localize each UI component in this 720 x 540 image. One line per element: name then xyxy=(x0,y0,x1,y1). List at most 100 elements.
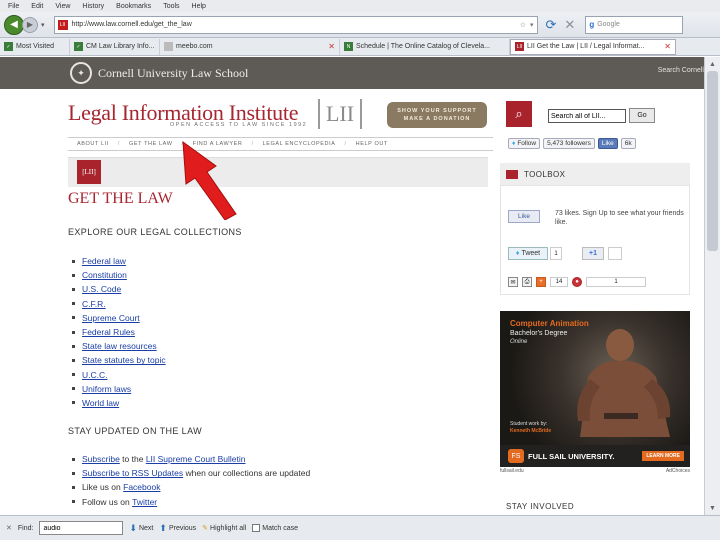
nav-help-out[interactable]: HELP OUT xyxy=(347,141,397,147)
link-cfr[interactable]: C.F.R. xyxy=(82,299,106,309)
print-icon[interactable]: ⎙ xyxy=(522,277,532,287)
close-tab-icon[interactable]: ✕ xyxy=(328,42,335,51)
bullet xyxy=(72,373,75,377)
lii-search-input[interactable] xyxy=(548,109,626,123)
nav-legal-encyclopedia[interactable]: LEGAL ENCYCLOPEDIA xyxy=(254,141,345,147)
tab-online-catalog[interactable]: N Schedule | The Online Catalog of Cleve… xyxy=(340,38,510,55)
scroll-up-arrow-icon[interactable]: ▲ xyxy=(705,57,720,71)
link-us-code[interactable]: U.S. Code xyxy=(82,284,121,294)
highlight-all-button[interactable]: ✎ Highlight all xyxy=(202,524,246,533)
updates-list: Subscribe to the LII Supreme Court Bulle… xyxy=(72,452,310,509)
scroll-thumb[interactable] xyxy=(707,71,718,251)
nav-about-lii[interactable]: ABOUT LII xyxy=(68,141,118,147)
find-bar: ✕ Find: ⬇Next ⬆Previous ✎Highlight all M… xyxy=(0,515,720,540)
stop-icon[interactable]: ✕ xyxy=(564,17,575,33)
menu-file[interactable]: File xyxy=(8,3,19,10)
lii-logo[interactable]: LII xyxy=(318,99,362,129)
menu-bookmarks[interactable]: Bookmarks xyxy=(116,3,151,10)
scroll-down-arrow-icon[interactable]: ▼ xyxy=(705,501,720,515)
link-world-law[interactable]: World law xyxy=(82,398,119,408)
site-favicon-icon: LII xyxy=(57,19,68,30)
donate-button[interactable]: SHOW YOUR SUPPORT MAKE A DONATION xyxy=(387,102,487,128)
ad-choices[interactable]: AdChoices xyxy=(666,468,690,474)
bullet xyxy=(72,401,75,405)
google-plus-one-button[interactable]: +1 xyxy=(582,247,604,260)
learn-more-button[interactable]: LEARN MORE xyxy=(642,451,684,461)
bullet xyxy=(72,485,75,489)
bookmark-cm-law-library[interactable]: ✓ CM Law Library Info... xyxy=(70,38,160,55)
link-state-law-resources[interactable]: State law resources xyxy=(82,341,157,351)
tab-meebo[interactable]: meebo.com ✕ xyxy=(160,38,340,55)
search-icon[interactable]: ⌕ xyxy=(506,101,532,127)
reload-icon[interactable]: ⟳ xyxy=(546,17,557,33)
link-supreme-court-bulletin[interactable]: LII Supreme Court Bulletin xyxy=(146,454,246,464)
web-search-placeholder[interactable]: Google xyxy=(597,21,620,28)
tab-favicon-icon: LII xyxy=(515,42,524,51)
menu-tools[interactable]: Tools xyxy=(163,3,179,10)
link-subscribe[interactable]: Subscribe xyxy=(82,454,120,464)
url-dropdown-icon[interactable]: ▾ xyxy=(530,21,534,29)
match-case-checkbox[interactable]: Match case xyxy=(252,524,298,532)
list-item: U.S. Code xyxy=(72,282,166,296)
link-supreme-court[interactable]: Supreme Court xyxy=(82,313,140,323)
bookmark-star-icon[interactable]: ☆ xyxy=(520,21,526,29)
ad-domain[interactable]: fullsail.edu xyxy=(500,468,524,474)
link-state-statutes[interactable]: State statutes by topic xyxy=(82,355,166,365)
email-icon[interactable]: ✉ xyxy=(508,277,518,287)
menu-history[interactable]: History xyxy=(82,3,104,10)
back-button[interactable]: ◀ xyxy=(4,14,24,35)
url-bar[interactable]: LII http://www.law.cornell.edu/get_the_l… xyxy=(53,15,538,34)
link-twitter[interactable]: Twitter xyxy=(132,497,157,507)
nav-get-the-law[interactable]: GET THE LAW xyxy=(120,141,181,147)
list-item: Follow us on Twitter xyxy=(72,495,310,509)
link-federal-rules[interactable]: Federal Rules xyxy=(82,327,135,337)
web-search-box[interactable]: g Google xyxy=(585,15,684,34)
link-uniform-laws[interactable]: Uniform laws xyxy=(82,384,131,394)
forward-button[interactable]: ▶ xyxy=(22,16,38,33)
search-cornell-link[interactable]: Search Cornell xyxy=(658,67,704,74)
list-item: State law resources xyxy=(72,339,166,353)
go-button[interactable]: Go xyxy=(629,108,655,123)
tweet-button[interactable]: ♦ Tweet xyxy=(508,247,548,260)
close-tab-icon[interactable]: ✕ xyxy=(664,42,671,51)
find-input[interactable] xyxy=(39,521,124,535)
bullet xyxy=(72,302,75,306)
find-next-label: Next xyxy=(138,524,154,532)
cornell-name[interactable]: Cornell University Law School xyxy=(98,66,248,81)
menu-view[interactable]: View xyxy=(55,3,70,10)
tab-label: meebo.com xyxy=(176,43,213,50)
page-title: GET THE LAW xyxy=(68,190,173,207)
find-previous-button[interactable]: ⬆ Previous xyxy=(159,523,196,534)
link-rss-updates[interactable]: Subscribe to RSS Updates xyxy=(82,468,183,478)
facebook-like-widget[interactable]: Like xyxy=(508,210,540,223)
toolbox-header: TOOLBOX xyxy=(500,163,690,185)
link-constitution[interactable]: Constitution xyxy=(82,270,127,280)
link-facebook[interactable]: Facebook xyxy=(123,482,160,492)
bullet xyxy=(72,273,75,277)
toolbox-label: TOOLBOX xyxy=(524,169,566,179)
advertisement[interactable]: Computer Animation Bachelor's Degree Onl… xyxy=(500,311,690,467)
checkbox-icon[interactable] xyxy=(252,524,261,532)
menu-help[interactable]: Help xyxy=(192,3,206,10)
twitter-bird-icon: ♦ xyxy=(515,250,520,257)
facebook-like-button[interactable]: Like xyxy=(597,138,618,149)
share-plus-icon[interactable]: + xyxy=(536,277,546,287)
menu-edit[interactable]: Edit xyxy=(31,3,43,10)
twitter-follow-button[interactable]: ♦ Follow xyxy=(508,138,541,149)
reddit-icon[interactable]: ● xyxy=(572,277,582,287)
history-dropdown-icon[interactable]: ▾ xyxy=(41,21,45,29)
match-case-label: Match case xyxy=(262,524,299,532)
explore-heading: EXPLORE OUR LEGAL COLLECTIONS xyxy=(68,227,242,237)
ad-school-name: FULL SAIL UNIVERSITY. xyxy=(528,451,615,461)
url-text[interactable]: http://www.law.cornell.edu/get_the_law xyxy=(72,21,516,28)
bookmark-most-visited[interactable]: ✓ Most Visited xyxy=(0,38,70,55)
link-federal-law[interactable]: Federal law xyxy=(82,256,126,266)
stay-updated-heading: STAY UPDATED ON THE LAW xyxy=(68,426,203,436)
link-ucc[interactable]: U.C.C. xyxy=(82,370,108,380)
find-next-button[interactable]: ⬇ Next xyxy=(129,523,153,534)
list-item: Constitution xyxy=(72,268,166,282)
close-find-icon[interactable]: ✕ xyxy=(6,524,12,532)
page-scrollbar[interactable]: ▲ ▼ xyxy=(704,57,720,515)
tab-get-the-law[interactable]: LII LII Get the Law | LII / Legal Inform… xyxy=(510,38,676,55)
cornell-seal-icon[interactable]: ✦ xyxy=(70,62,92,84)
